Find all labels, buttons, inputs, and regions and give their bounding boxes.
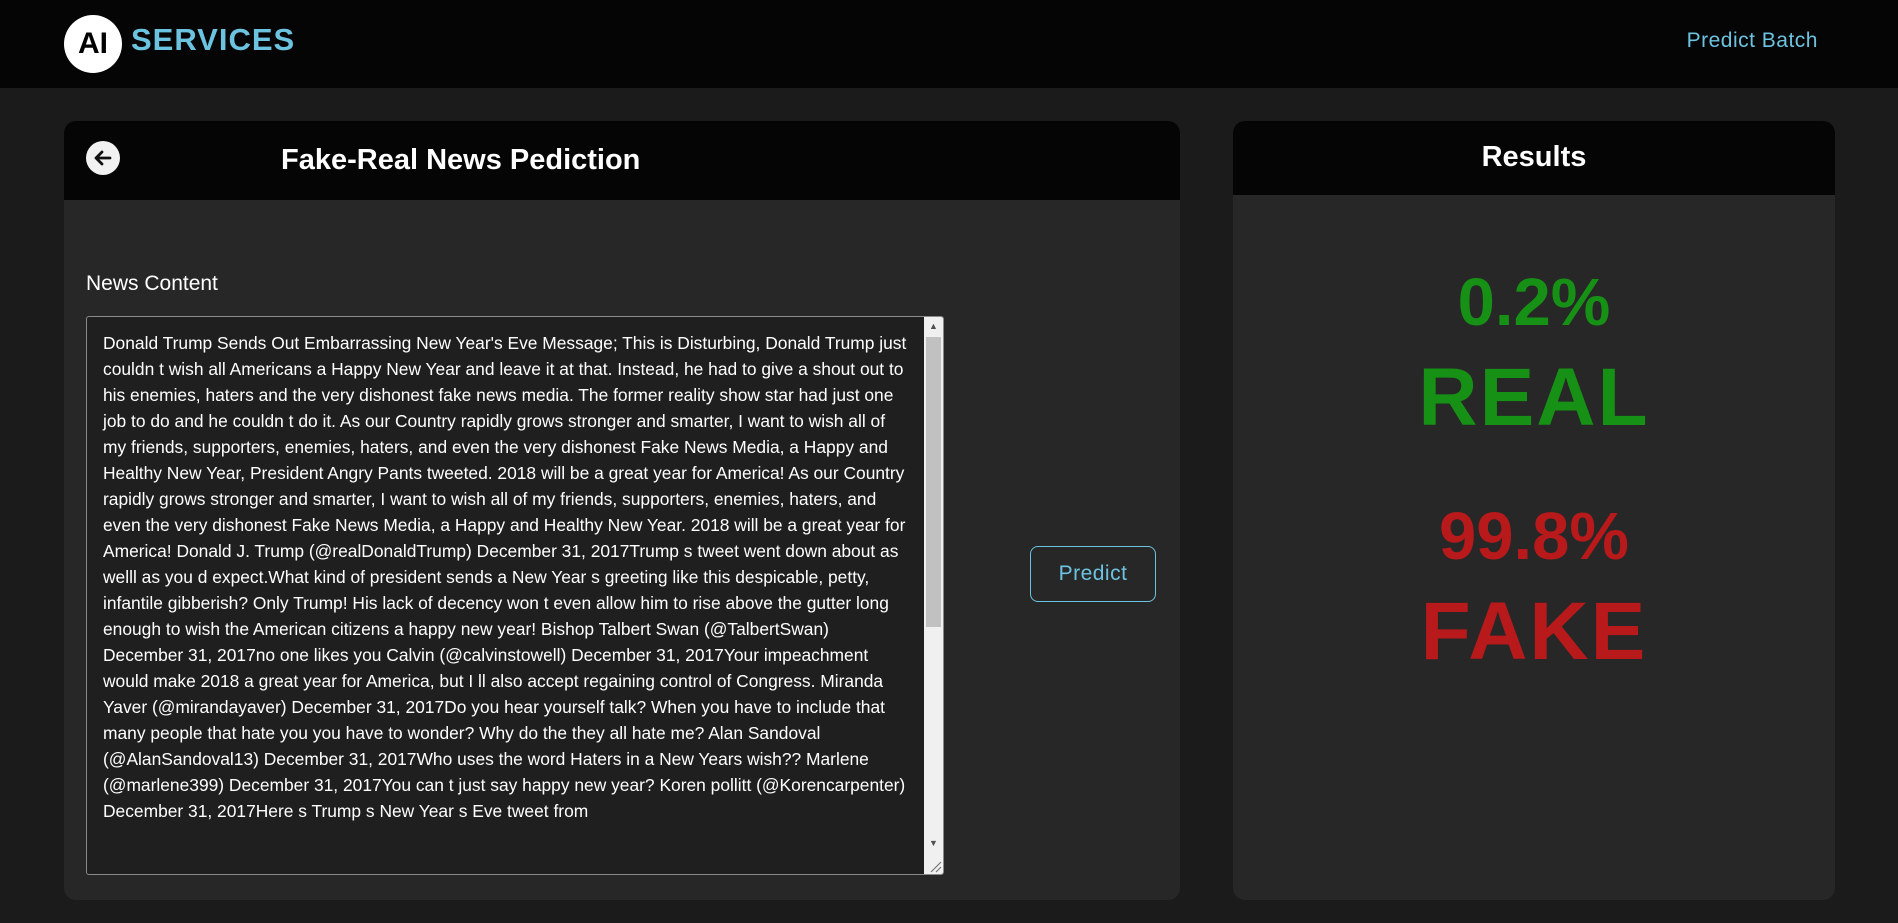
scroll-down-arrow-icon[interactable]: ▼: [924, 834, 943, 852]
page-title: Fake-Real News Pediction: [281, 144, 641, 176]
news-content-textarea[interactable]: Donald Trump Sends Out Embarrassing New …: [86, 316, 944, 875]
real-label: REAL: [1418, 352, 1650, 443]
resize-grip-icon[interactable]: [926, 857, 942, 873]
fake-label: FAKE: [1420, 586, 1648, 677]
back-arrow-icon[interactable]: [86, 141, 120, 175]
results-panel: Results 0.2% REAL 99.8% FAKE: [1233, 121, 1835, 900]
predict-button[interactable]: Predict: [1030, 546, 1156, 602]
logo-mark: AI: [64, 15, 122, 73]
prediction-panel-header: Fake-Real News Pediction: [64, 121, 1180, 200]
predict-batch-link[interactable]: Predict Batch: [1687, 29, 1818, 53]
top-navbar: AI SERVICES Predict Batch: [0, 0, 1898, 88]
prediction-panel: Fake-Real News Pediction News Content Do…: [64, 121, 1180, 900]
news-content-label: News Content: [86, 272, 218, 295]
results-panel-header: Results: [1233, 121, 1835, 195]
real-percentage: 0.2%: [1457, 265, 1611, 340]
textarea-scrollbar[interactable]: ▲ ▼: [924, 317, 943, 874]
news-content-text[interactable]: Donald Trump Sends Out Embarrassing New …: [103, 330, 907, 824]
scroll-up-arrow-icon[interactable]: ▲: [924, 317, 943, 335]
scrollbar-thumb[interactable]: [926, 337, 941, 627]
brand-name: SERVICES: [131, 22, 296, 57]
fake-percentage: 99.8%: [1439, 499, 1629, 574]
results-title: Results: [1481, 141, 1587, 173]
